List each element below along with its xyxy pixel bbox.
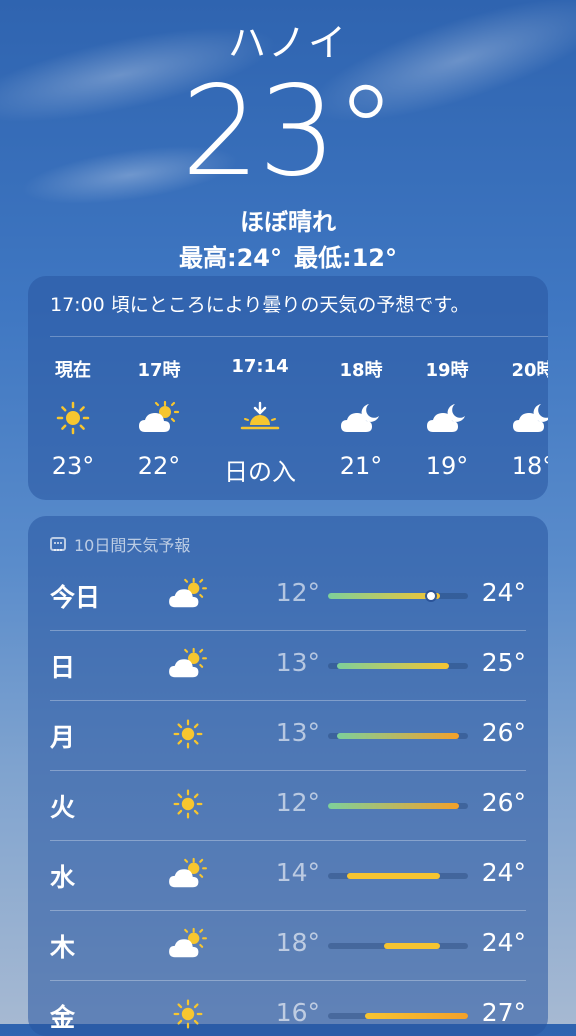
hour-temp: 22° <box>137 452 181 480</box>
hour-item: 20時 18° <box>488 356 548 480</box>
hour-time: 18時 <box>339 360 383 381</box>
hour-temp: 21° <box>339 452 383 480</box>
low-temp: 13° <box>275 648 320 677</box>
divider <box>50 336 548 337</box>
high-temp: 24° <box>481 578 526 607</box>
partly-cloudy-icon <box>166 922 210 966</box>
high-temp: 24° <box>481 858 526 887</box>
temperature-range-bar <box>328 733 468 739</box>
hour-time: 現在 <box>55 360 91 381</box>
low-temp: 12° <box>275 788 320 817</box>
low-temp: 13° <box>275 718 320 747</box>
hour-temp: 日の入 <box>224 458 296 486</box>
high-temp: 27° <box>481 998 526 1027</box>
day-label: 木 <box>50 933 76 962</box>
low-temp: 18° <box>275 928 320 957</box>
sunset-icon <box>214 396 306 440</box>
temperature-range-bar <box>328 943 468 949</box>
day-label: 火 <box>50 793 76 822</box>
hour-temp: 18° <box>511 452 548 480</box>
daily-row[interactable]: 今日 12° 24° <box>28 560 548 630</box>
temperature-range-fill <box>337 663 450 669</box>
hour-time: 17時 <box>137 360 181 381</box>
hour-item: 19時 19° <box>402 356 492 480</box>
temperature-range-fill <box>384 943 440 949</box>
temperature-range-bar <box>328 1013 468 1019</box>
high-temp: 24° <box>481 928 526 957</box>
moon-cloud-icon <box>316 396 406 440</box>
sun-icon <box>28 396 118 440</box>
hour-time: 19時 <box>425 360 469 381</box>
high-temp: 25° <box>481 648 526 677</box>
low-temp: 16° <box>275 998 320 1027</box>
partly-cloudy-icon <box>166 642 210 686</box>
low-temp: 最低:12° <box>294 244 397 272</box>
high-temp: 26° <box>481 718 526 747</box>
temperature-range-bar <box>328 873 468 879</box>
hour-item: 現在 23° <box>28 356 118 480</box>
daily-row[interactable]: 金 16° 27° <box>28 980 548 1036</box>
high-temp: 最高:24° <box>179 244 282 272</box>
calendar-icon <box>50 537 66 551</box>
hour-temp: 19° <box>425 452 469 480</box>
day-label: 今日 <box>50 583 101 612</box>
day-label: 水 <box>50 863 76 892</box>
current-temp-dot <box>426 592 435 600</box>
day-label: 金 <box>50 1003 76 1032</box>
ten-day-title-label: 10日間天気予報 <box>74 536 191 555</box>
moon-cloud-icon <box>402 396 492 440</box>
temperature-range-bar <box>328 592 468 600</box>
ten-day-forecast-card[interactable]: 10日間天気予報 今日 12° 24° 日 13° 25° 月 13° 26° 火 12° 26° 水 1… <box>28 516 548 1036</box>
temperature-range-fill <box>328 593 440 599</box>
divider <box>50 630 526 631</box>
sun-icon <box>166 992 210 1036</box>
day-label: 日 <box>50 653 76 682</box>
city-name: ハノイ <box>227 21 348 65</box>
daily-row[interactable]: 木 18° 24° <box>28 910 548 980</box>
divider <box>50 910 526 911</box>
divider <box>50 770 526 771</box>
temperature-range-bar <box>328 803 468 809</box>
sun-icon <box>166 782 210 826</box>
ten-day-title: 10日間天気予報 <box>50 532 190 556</box>
divider <box>50 840 526 841</box>
hourly-forecast-card[interactable]: 17:00 頃にところにより曇りの天気の予想です。 現在 23° 17時 22°… <box>28 276 548 500</box>
daily-row[interactable]: 月 13° 26° <box>28 700 548 770</box>
partly-cloudy-icon <box>166 852 210 896</box>
high-temp: 26° <box>481 788 526 817</box>
hourly-summary: 17:00 頃にところにより曇りの天気の予想です。 <box>50 294 470 316</box>
temperature-range-bar <box>328 663 468 669</box>
current-temperature: 23° <box>181 60 397 204</box>
partly-cloudy-icon <box>114 396 204 440</box>
high-low: 最高:24° 最低:12° <box>0 238 576 273</box>
divider <box>50 980 526 981</box>
sun-icon <box>166 712 210 756</box>
weather-condition: ほぼ晴れ <box>240 208 336 236</box>
daily-row[interactable]: 水 14° 24° <box>28 840 548 910</box>
hour-temp: 23° <box>51 452 95 480</box>
low-temp: 12° <box>275 578 320 607</box>
hour-item: 18時 21° <box>316 356 406 480</box>
hourly-list[interactable]: 現在 23° 17時 22° 17:14 日の入 18時 21° 19時 19°… <box>28 356 548 486</box>
moon-cloud-icon <box>488 396 548 440</box>
hour-item: 17時 22° <box>114 356 204 480</box>
partly-cloudy-icon <box>166 572 210 616</box>
temperature-range-fill <box>346 873 440 879</box>
day-label: 月 <box>50 723 76 752</box>
hour-time: 20時 <box>511 360 548 381</box>
hour-time: 17:14 <box>231 356 289 377</box>
daily-row[interactable]: 日 13° 25° <box>28 630 548 700</box>
temperature-range-fill <box>365 1013 468 1019</box>
temperature-range-fill <box>328 803 459 809</box>
daily-row[interactable]: 火 12° 26° <box>28 770 548 840</box>
divider <box>50 700 526 701</box>
temperature-range-fill <box>337 733 459 739</box>
low-temp: 14° <box>275 858 320 887</box>
hour-item: 17:14 日の入 <box>214 356 306 487</box>
